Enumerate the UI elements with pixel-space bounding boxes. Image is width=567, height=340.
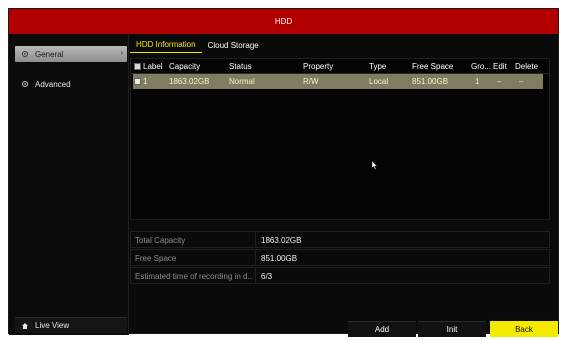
- sidebar-item-label: Advanced: [35, 79, 71, 89]
- row-group: 1: [475, 77, 480, 86]
- window-title: HDD: [274, 17, 293, 26]
- header-capacity: Capacity: [169, 62, 201, 71]
- tab-bar: HDD Information Cloud Storage: [130, 37, 265, 53]
- header-edit: Edit: [493, 62, 507, 71]
- row-capacity: 1863.02GB: [169, 77, 210, 86]
- table-row[interactable]: 1 1863.02GB Normal R/W Local 851.00GB 1 …: [133, 74, 543, 89]
- row-checkbox[interactable]: [134, 78, 141, 85]
- header-type: Type: [369, 62, 387, 71]
- hdd-window: HDD General › Advanced Live View HDD Inf…: [8, 8, 560, 337]
- init-button[interactable]: Init: [418, 321, 486, 337]
- row-property: R/W: [303, 77, 319, 86]
- header-group: Gro...: [471, 62, 492, 71]
- home-icon: [21, 322, 29, 330]
- tab-cloud-storage[interactable]: Cloud Storage: [202, 37, 265, 53]
- back-button[interactable]: Back: [490, 321, 558, 337]
- info-total-capacity: Total Capacity 1863.02GB: [130, 231, 550, 248]
- divider: [255, 232, 256, 248]
- info-value: 6/3: [261, 272, 273, 281]
- row-delete-button[interactable]: –: [519, 74, 523, 89]
- info-value: 1863.02GB: [261, 236, 302, 245]
- info-free-space: Free Space 851.00GB: [130, 249, 550, 266]
- row-free-space: 851.00GB: [412, 77, 449, 86]
- row-edit-button[interactable]: –: [497, 74, 501, 89]
- divider: [255, 250, 256, 266]
- header-property: Property: [303, 62, 334, 71]
- row-status: Normal: [229, 77, 255, 86]
- add-button[interactable]: Add: [348, 321, 416, 337]
- mouse-cursor-icon: [372, 161, 378, 170]
- sidebar-item-advanced[interactable]: Advanced: [15, 76, 127, 92]
- sidebar: General › Advanced Live View: [9, 34, 129, 335]
- table-header: Label Capacity Status Property Type Free…: [131, 59, 549, 74]
- gear-icon: [21, 80, 29, 88]
- window-title-bar: HDD: [9, 9, 558, 34]
- header-delete: Delete: [515, 62, 539, 71]
- chevron-right-icon: ›: [120, 50, 123, 57]
- sidebar-item-label: General: [35, 49, 64, 59]
- info-label: Total Capacity: [135, 236, 186, 245]
- sidebar-item-general[interactable]: General ›: [15, 46, 127, 62]
- select-all-checkbox[interactable]: [134, 63, 141, 70]
- row-type: Local: [369, 77, 389, 86]
- info-value: 851.00GB: [261, 254, 298, 263]
- live-view-button[interactable]: Live View: [15, 317, 127, 333]
- header-status: Status: [229, 62, 252, 71]
- info-estimated-recording: Estimated time of recording in d... 6/3: [130, 267, 550, 284]
- hdd-table: Label Capacity Status Property Type Free…: [130, 58, 550, 220]
- info-label: Free Space: [135, 254, 177, 263]
- main-content: HDD Information Cloud Storage Label Capa…: [130, 34, 560, 337]
- info-label: Estimated time of recording in d...: [135, 272, 253, 281]
- tab-hdd-information[interactable]: HDD Information: [130, 37, 202, 53]
- gear-icon: [21, 50, 29, 58]
- live-view-label: Live View: [35, 321, 70, 330]
- header-label[interactable]: Label: [134, 59, 163, 74]
- header-free-space: Free Space: [412, 62, 454, 71]
- row-label: 1: [134, 74, 147, 89]
- divider: [255, 268, 256, 284]
